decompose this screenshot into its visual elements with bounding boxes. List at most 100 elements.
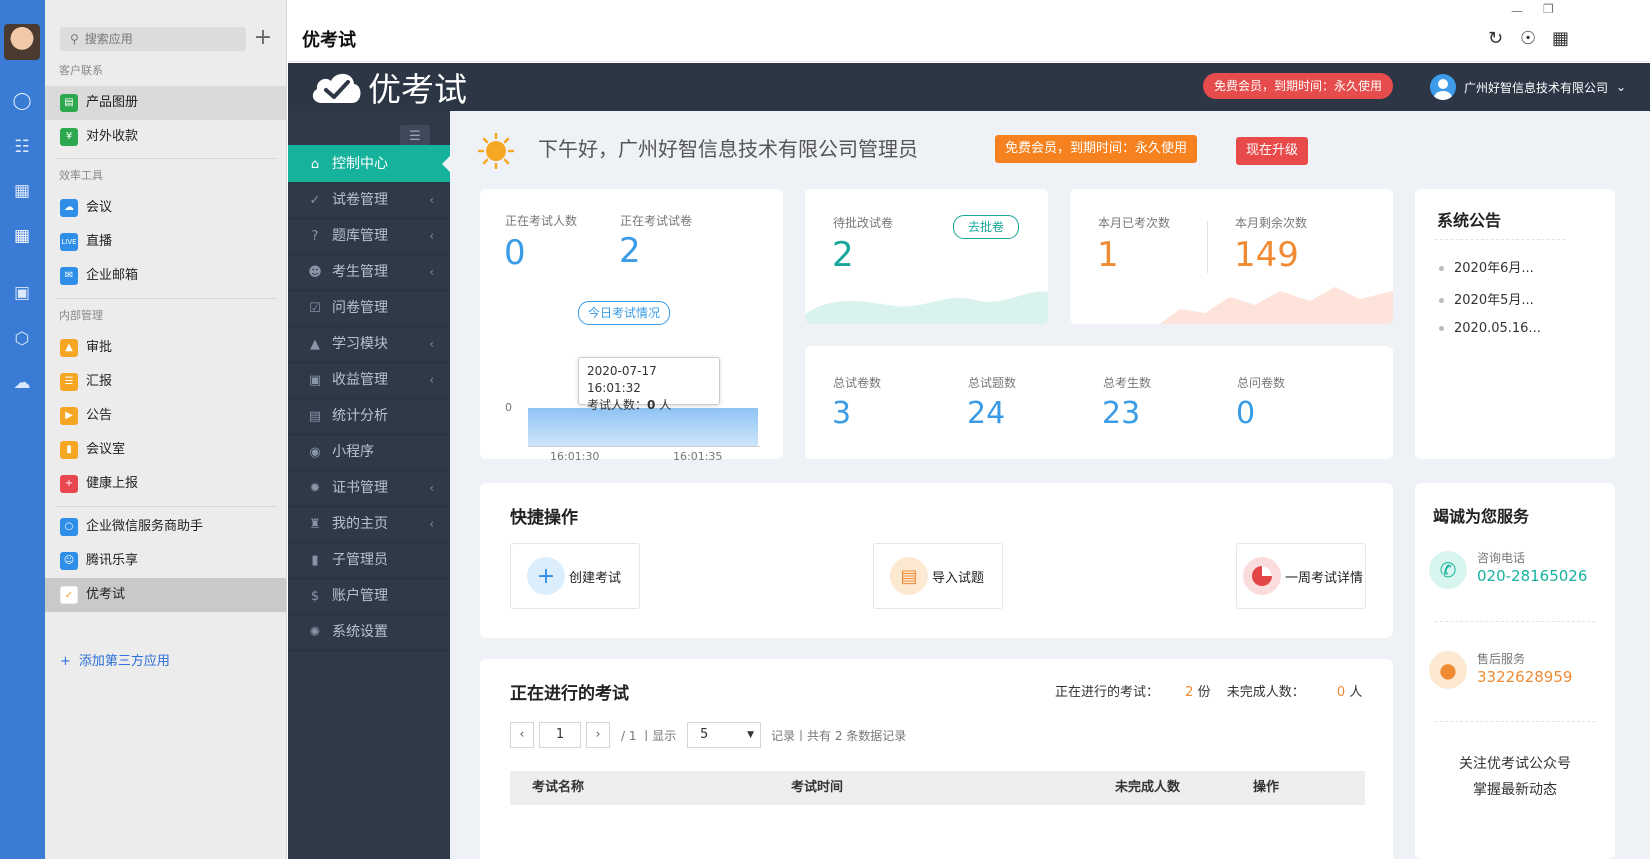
app-item[interactable]: ▲ 审批 [45, 331, 286, 365]
nav-item[interactable]: ? 题库管理 ‹ [288, 217, 450, 255]
contacts-icon[interactable]: ☷ [11, 136, 33, 158]
app-item[interactable]: ☰ 汇报 [45, 365, 286, 399]
divider [57, 298, 277, 299]
notice-item[interactable]: 2020年5月... [1439, 289, 1534, 308]
col-unfinished[interactable]: 未完成人数 [1115, 771, 1180, 805]
nav-item[interactable]: ✺ 系统设置 [288, 613, 450, 651]
after-sales-qq[interactable]: 3322628959 [1477, 668, 1572, 686]
app-rail: ◯ ☷ ▦ ▦ ▣ ⬡ ☁ [0, 0, 45, 859]
upgrade-button[interactable]: 现在升级 [1236, 137, 1309, 165]
user-menu[interactable]: 广州好智信息技术有限公司 ⌄ [1430, 73, 1626, 101]
membership-pill[interactable]: 免费会员，到期时间：永久使用 [1203, 73, 1394, 99]
book-icon: ▤ [60, 93, 78, 112]
phone-label: 咨询电话 [1477, 551, 1526, 565]
page-size-value: 5 [700, 727, 709, 742]
nav-item-label: 问卷管理 [332, 300, 388, 316]
chat-icon[interactable]: ◯ [11, 90, 33, 112]
restore-icon[interactable]: ❐ [1543, 2, 1554, 16]
page-number-input[interactable]: 1 [539, 722, 581, 748]
cube-icon[interactable]: ⬡ [11, 328, 33, 350]
app-label: 企业邮箱 [86, 268, 139, 283]
nav-item[interactable]: ▣ 收益管理 ‹ [288, 361, 450, 399]
app-item[interactable]: ☺ 腾讯乐享 [45, 544, 286, 578]
app-item[interactable]: ○ 企业微信服务商助手 [45, 510, 286, 544]
search-placeholder: 搜索应用 [84, 32, 133, 46]
app-item[interactable]: ¥ 对外收款 [45, 120, 286, 154]
nav-item[interactable]: ▤ 统计分析 [288, 397, 450, 435]
create-exam-button[interactable]: + 创建考试 [510, 543, 640, 609]
nav-item[interactable]: ✹ 证书管理 ‹ [288, 469, 450, 507]
today-exam-button[interactable]: 今日考试情况 [578, 301, 671, 325]
import-questions-button[interactable]: ▤ 导入试题 [873, 543, 1003, 609]
plus-icon: + [527, 557, 565, 595]
add-third-party-label: 添加第三方应用 [78, 654, 170, 669]
nav-item[interactable]: ♜ 我的主页 ‹ [288, 505, 450, 543]
nav-item[interactable]: ▲ 学习模块 ‹ [288, 325, 450, 363]
app-item[interactable]: ✉ 企业邮箱 [45, 259, 286, 293]
pending-value: 2 [832, 235, 854, 275]
more-icon[interactable]: ▦ [1552, 28, 1569, 49]
chevron-left-icon: ‹ [429, 481, 434, 495]
app-item[interactable]: ▶ 公告 [45, 399, 286, 433]
month-left-label: 本月剩余次数 [1235, 216, 1308, 230]
compass-icon[interactable]: ☉ [1520, 28, 1536, 49]
system-notice-card: 系统公告 2020年6月... 2020年5月... 2020.05.16... [1415, 189, 1615, 459]
caret-down-icon: ▼ [747, 730, 754, 740]
divider [57, 158, 277, 159]
x-axis-line [528, 446, 760, 447]
ongoing-summary: 正在进行的考试： 2 份 未完成人数： 0 人 [1055, 681, 1362, 700]
prev-page-button[interactable]: ‹ [510, 722, 534, 748]
workbench-icon[interactable]: ▦ [11, 225, 33, 247]
live-icon: LIVE [60, 232, 78, 251]
graduation-cap-icon: ▲ [310, 337, 320, 352]
col-actions[interactable]: 操作 [1253, 771, 1279, 805]
search-input[interactable]: ⚲ 搜索应用 [60, 27, 246, 51]
app-item[interactable]: ☁ 会议 [45, 191, 286, 225]
nav-item-label: 账户管理 [332, 588, 388, 604]
page-size-select[interactable]: 5 ▼ [687, 722, 761, 748]
refresh-icon[interactable]: ↻ [1488, 28, 1503, 49]
next-page-button[interactable]: › [586, 722, 610, 748]
app-item-selected[interactable]: ✓ 优考试 [45, 578, 286, 612]
follow-line-1: 关注优考试公众号 [1459, 756, 1571, 772]
nav-item[interactable]: ⌂ 控制中心 [288, 145, 450, 183]
greeting-text: 下午好，广州好智信息技术有限公司管理员 [538, 137, 918, 161]
nav-item[interactable]: ☑ 问卷管理 [288, 289, 450, 327]
app-item[interactable]: + 健康上报 [45, 467, 286, 501]
wave-decoration [1160, 287, 1393, 324]
x-tick-label: 16:01:35 [673, 450, 723, 463]
user-icon: ☻ [308, 265, 322, 280]
app-item[interactable]: ▮ 会议室 [45, 433, 286, 467]
col-exam-name[interactable]: 考试名称 [532, 771, 584, 805]
add-third-party-link[interactable]: + 添加第三方应用 [60, 650, 170, 669]
document-w-icon[interactable]: ▣ [11, 282, 33, 304]
nav-item[interactable]: ▮ 子管理员 [288, 541, 450, 579]
notice-item[interactable]: 2020.05.16... [1439, 321, 1541, 336]
nav-item[interactable]: ◉ 小程序 [288, 433, 450, 471]
logo[interactable]: 优考试 [308, 65, 467, 109]
summary-label: 正在进行的考试： [1055, 685, 1160, 700]
nav-item-label: 控制中心 [332, 156, 388, 172]
notice-item[interactable]: 2020年6月... [1439, 257, 1534, 276]
phone-number[interactable]: 020-28165026 [1477, 567, 1587, 585]
cloud-drive-icon[interactable]: ☁ [11, 372, 33, 394]
app-item[interactable]: ▤ 产品图册 [45, 86, 286, 120]
nav-item[interactable]: ✓ 试卷管理 ‹ [288, 181, 450, 219]
minimize-icon[interactable]: — [1511, 4, 1523, 18]
weekly-exam-detail-button[interactable]: 一周考试详情 [1236, 543, 1366, 609]
tooltip-line: 考试人数：0 人 [587, 397, 711, 414]
avatar[interactable] [4, 24, 40, 60]
nav-item[interactable]: ☻ 考生管理 ‹ [288, 253, 450, 291]
app-label: 对外收款 [86, 129, 139, 144]
col-exam-time[interactable]: 考试时间 [791, 771, 843, 805]
calendar-icon[interactable]: ▦ [11, 180, 33, 202]
window-title: 优考试 [302, 30, 356, 51]
app-label: 审批 [86, 340, 113, 355]
month-left-value: 149 [1234, 235, 1299, 275]
nav-item[interactable]: $ 账户管理 [288, 577, 450, 615]
app-item[interactable]: LIVE 直播 [45, 225, 286, 259]
go-review-button[interactable]: 去批卷 [953, 215, 1020, 239]
quick-title: 快捷操作 [510, 508, 578, 528]
membership-badge: 免费会员，到期时间：永久使用 [995, 135, 1198, 163]
add-icon[interactable]: + [251, 26, 275, 50]
